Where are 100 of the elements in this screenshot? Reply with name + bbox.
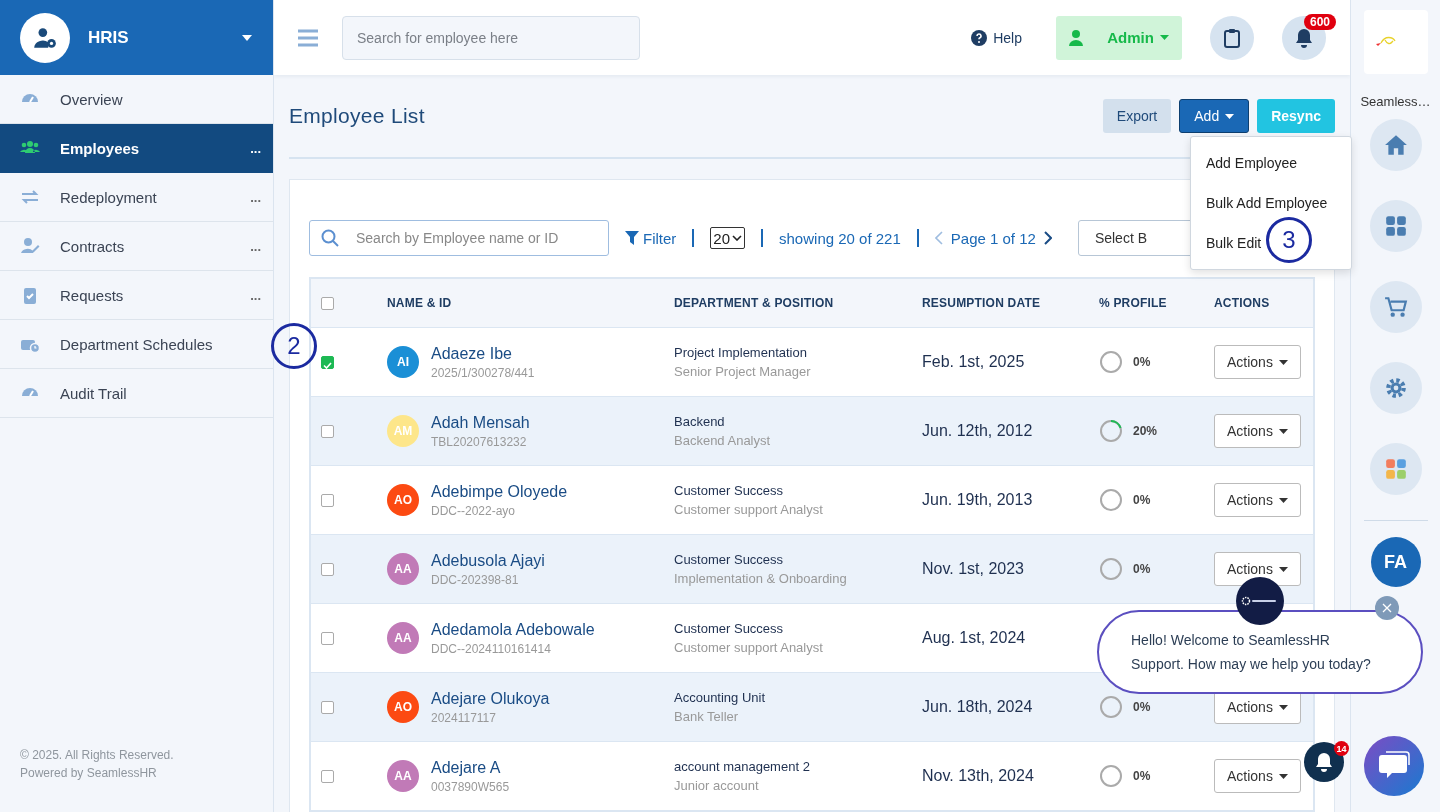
employee-id: 0037890W565 <box>431 779 510 794</box>
caret-icon <box>1278 704 1288 710</box>
date-text: Aug. 1st, 2024 <box>922 629 1026 646</box>
department-text: Accounting Unit <box>674 690 767 705</box>
date-text: Jun. 19th, 2013 <box>922 491 1033 508</box>
previous-page-icon[interactable] <box>934 231 943 245</box>
column-header: ACTIONS <box>1213 278 1314 328</box>
footer-text: © 2025. All Rights Reserved. <box>20 747 175 764</box>
chevron-down-icon <box>732 235 743 241</box>
employee-name[interactable]: Adejare Olukoya <box>431 689 550 708</box>
position-text: Senior Project Manager <box>674 364 812 379</box>
checkbox[interactable] <box>321 356 334 370</box>
date-text: Jun. 12th, 2012 <box>922 422 1033 439</box>
menu-item[interactable]: Add Employee <box>1206 143 1298 183</box>
user-avatar[interactable]: FA <box>1370 537 1421 587</box>
search-field[interactable]: Search for employee here <box>342 15 640 60</box>
sidebar-item[interactable]: Redeployment ... <box>0 173 273 222</box>
chat-tooltip: Hello! Welcome to SeamlessHR Support. How may we help you today? <box>1097 610 1423 694</box>
caret-icon <box>1278 428 1288 434</box>
chat-icon <box>1378 751 1410 781</box>
caret-icon <box>1225 113 1235 119</box>
checkbox[interactable] <box>321 701 334 715</box>
menu-icon[interactable] <box>298 28 318 47</box>
employee-name[interactable]: Adaeze Ibe <box>431 344 535 363</box>
employee-id: TBL20207613232 <box>431 434 528 449</box>
user-edit-icon <box>20 236 40 256</box>
caret-icon <box>1278 773 1288 779</box>
sidebar-item[interactable]: Employees ... <box>0 124 273 173</box>
employee-name[interactable]: Adejare A <box>431 758 510 777</box>
checkbox[interactable] <box>321 770 334 784</box>
checkbox[interactable] <box>321 563 334 577</box>
percent-text: 0% <box>1133 700 1151 714</box>
position-text: Bank Teller <box>674 709 740 724</box>
search-icon <box>321 229 339 247</box>
employee-id: DDC--2022-ayo <box>431 503 517 518</box>
caret-icon <box>1278 359 1288 365</box>
sidebar-item[interactable]: Contracts ... <box>0 222 273 271</box>
help-button[interactable]: Help <box>965 28 1028 47</box>
sidebar-item[interactable]: Audit Trail <box>0 369 273 418</box>
sidebar-item[interactable]: Department Schedules <box>0 320 273 369</box>
department-text: account management 2 <box>674 759 811 774</box>
employee-name[interactable]: Adebusola Ajayi <box>431 551 545 570</box>
actions-button[interactable]: Actions <box>1214 552 1301 586</box>
page-size-select[interactable]: 20 <box>710 227 746 249</box>
employee-id: DDC-202398-81 <box>431 572 520 587</box>
employee-id: DDC--2024110161414 <box>431 641 552 656</box>
employee-id: 2025/1/300278/441 <box>431 365 535 380</box>
avatar: AO <box>387 484 419 516</box>
chat-logo-icon <box>1236 577 1284 625</box>
caret-icon <box>1159 35 1169 40</box>
avatar: AA <box>387 553 419 585</box>
caret-icon <box>1278 497 1288 503</box>
percent-text: 0% <box>1133 562 1151 576</box>
filter-icon <box>625 231 639 245</box>
filter-button[interactable]: Filter <box>625 229 677 247</box>
add-button[interactable]: Add <box>1179 99 1250 133</box>
grid-icon <box>1383 214 1408 238</box>
notification-badge: 600 <box>1304 13 1337 30</box>
sidebar-item[interactable]: Requests ... <box>0 271 273 320</box>
checkbox[interactable] <box>321 632 334 646</box>
next-page-icon[interactable] <box>1043 231 1052 245</box>
caret-icon[interactable] <box>241 33 253 42</box>
avatar: AM <box>387 415 419 447</box>
date-text: Nov. 1st, 2023 <box>922 560 1024 577</box>
position-text: Implementation & Onboarding <box>674 571 848 586</box>
search-field[interactable]: Search by Employee name or ID <box>309 220 609 256</box>
employee-name[interactable]: Adah Mensah <box>431 413 530 432</box>
percent-text: 20% <box>1133 424 1158 438</box>
actions-button[interactable]: Actions <box>1214 414 1301 448</box>
caret-icon <box>1278 566 1288 572</box>
user-icon <box>1069 29 1084 46</box>
page-indicator: Page 1 of 12 <box>950 229 1036 247</box>
close-icon <box>1382 603 1392 613</box>
position-text: Junior account <box>674 778 760 793</box>
department-text: Customer Success <box>674 552 785 567</box>
clipboard-icon <box>1224 27 1240 48</box>
bell-icon <box>1315 752 1333 772</box>
logo-icon <box>1374 35 1397 49</box>
actions-button[interactable]: Actions <box>1214 345 1301 379</box>
menu-item[interactable]: Bulk Edit <box>1206 223 1262 263</box>
column-header: NAME & ID <box>386 278 673 328</box>
employee-name[interactable]: Adebimpe Oloyede <box>431 482 568 501</box>
export-button[interactable]: Export <box>1102 99 1172 133</box>
apps-icon <box>1383 457 1408 481</box>
home-icon <box>1383 133 1408 157</box>
checkbox[interactable] <box>321 494 334 508</box>
avatar: AA <box>387 622 419 654</box>
employee-name[interactable]: Adedamola Adebowale <box>431 620 595 639</box>
settings-icon <box>1383 376 1408 400</box>
notification-badge: 14 <box>1334 741 1349 756</box>
actions-button[interactable]: Actions <box>1214 483 1301 517</box>
footer-text: Powered by SeamlessHR <box>20 765 158 782</box>
actions-button[interactable]: Actions <box>1214 759 1301 793</box>
clipboard-button[interactable] <box>1210 15 1254 60</box>
checkbox[interactable] <box>321 297 334 311</box>
employee-id: 2024117117 <box>431 710 497 725</box>
checkbox[interactable] <box>321 425 334 439</box>
help-icon <box>971 29 988 46</box>
column-header: RESUMPTION DATE <box>921 278 1098 328</box>
cart-icon <box>1383 295 1408 319</box>
